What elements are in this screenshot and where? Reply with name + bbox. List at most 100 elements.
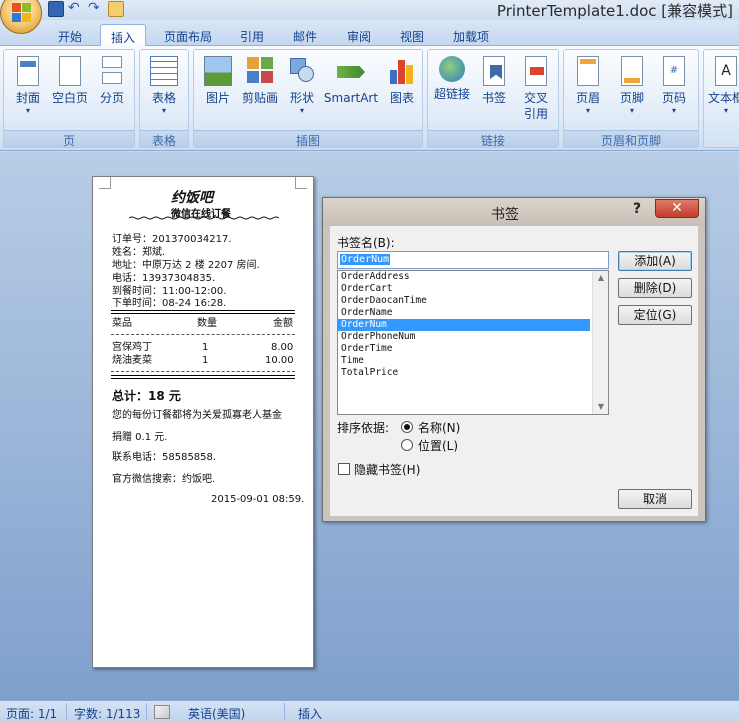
footer-icon [621,56,643,86]
table-row-amount: 8.00 [271,342,294,353]
header-footer-group-label: 页眉和页脚 [564,130,698,148]
chevron-down-icon: ▾ [671,106,676,115]
footer-button[interactable]: 页脚 ▾ [610,52,654,128]
hidden-bookmarks-checkbox[interactable] [338,463,350,475]
add-button[interactable]: 添加(A) [618,251,692,271]
cancel-button[interactable]: 取消 [618,489,692,509]
tab-review[interactable]: 审阅 [336,24,382,46]
customer-name-line: 姓名：郑斌. [112,247,166,258]
bookmark-list-item[interactable]: OrderAddress [338,271,590,283]
bookmark-button[interactable]: 书签 [472,52,516,128]
chevron-down-icon: ▾ [585,106,590,115]
hyperlink-button[interactable]: 超链接 [430,52,474,128]
header-button[interactable]: 页眉 ▾ [566,52,610,128]
total-amount: 总计：18 元 [112,389,181,403]
chart-icon [388,56,416,86]
quick-access-toolbar: ↶ ↷ [48,1,124,17]
header-footer-group: 页眉 ▾ 页脚 ▾ # 页码 ▾ 页眉和页脚 [563,49,699,148]
table-row-item: 烧油麦菜 [112,355,152,366]
tables-group: 表格 ▾ 表格 [139,49,189,148]
document-page[interactable]: 约饭吧 微信在线订餐 订单号：201370034217. 姓名：郑斌. 地址：中… [92,176,314,668]
links-group-label: 链接 [428,130,558,148]
page-number-button[interactable]: # 页码 ▾ [652,52,696,128]
language-indicator[interactable]: 英语(美国) [188,705,245,722]
open-icon[interactable] [108,1,124,17]
bookmark-list[interactable]: OrderAddress OrderCart OrderDaocanTime O… [337,270,609,415]
delete-button[interactable]: 删除(D) [618,278,692,298]
chart-button[interactable]: 图表 [380,52,424,128]
clip-art-button[interactable]: 剪贴画 [238,52,282,128]
sort-by-location-label[interactable]: 位置(L) [418,437,458,454]
ribbon: 封面 ▾ 空白页 分页 页 表格 ▾ 表格 图片 剪贴画 形状 ▾ SmartA… [0,46,739,151]
proofing-icon[interactable] [154,705,170,719]
close-button[interactable]: ✕ [655,199,699,218]
cross-reference-button[interactable]: 交叉 引用 [514,52,558,128]
sort-by-name-radio[interactable] [401,421,413,433]
tab-view[interactable]: 视图 [390,24,434,46]
insert-mode[interactable]: 插入 [298,705,322,722]
tab-insert[interactable]: 插入 [100,24,146,47]
double-rule [111,310,295,311]
smartart-button[interactable]: SmartArt [322,52,380,128]
scroll-down-icon[interactable]: ▼ [593,400,608,414]
goto-button[interactable]: 定位(G) [618,305,692,325]
tab-mailings[interactable]: 邮件 [282,24,328,46]
bookmark-list-item[interactable]: OrderName [338,307,590,319]
bookmark-list-item-selected[interactable]: OrderNum [338,319,590,331]
dialog-title-bar[interactable]: 书签 ? ✕ [323,198,705,226]
bookmark-list-item[interactable]: TotalPrice [338,367,590,379]
page-count[interactable]: 页面: 1/1 [6,705,57,722]
table-header-amount: 金额 [273,318,293,329]
bookmark-name-value: OrderNum [340,254,391,265]
order-number-line: 订单号：201370034217. [112,234,232,245]
office-logo-icon [12,3,32,23]
header-icon [577,56,599,86]
redo-icon[interactable]: ↷ [88,1,104,17]
tab-addins[interactable]: 加载项 [444,24,498,46]
help-button[interactable]: ? [633,201,641,217]
sort-by-name-label[interactable]: 名称(N) [418,419,460,436]
window-title: PrinterTemplate1.doc [兼容模式] [496,2,733,20]
page-break-button[interactable]: 分页 [90,52,134,128]
dashed-rule [111,334,295,335]
table-row-item: 宫保鸡丁 [112,342,152,353]
receipt-title: 约饭吧 [171,190,213,206]
hidden-bookmarks-label[interactable]: 隐藏书签(H) [354,461,420,478]
tab-references[interactable]: 引用 [230,24,274,46]
sort-by-location-radio[interactable] [401,439,413,451]
cross-reference-icon [525,56,547,86]
chevron-down-icon: ▾ [723,106,728,115]
bookmark-list-item[interactable]: OrderTime [338,343,590,355]
bookmark-dialog: 书签 ? ✕ 书签名(B): OrderNum OrderAddress Ord… [322,197,706,522]
dashed-rule [111,371,295,372]
scroll-up-icon[interactable]: ▲ [593,271,608,285]
ribbon-tabs: 开始 插入 页面布局 引用 邮件 审阅 视图 加载项 [0,20,739,47]
shapes-button[interactable]: 形状 ▾ [280,52,324,128]
tab-page-layout[interactable]: 页面布局 [156,24,220,46]
picture-button[interactable]: 图片 [196,52,240,128]
text-group: A 文本框 ▾ [703,49,739,148]
bookmark-list-item[interactable]: OrderDaocanTime [338,295,590,307]
clip-art-icon [246,56,274,86]
bookmark-list-item[interactable]: Time [338,355,590,367]
blank-page-button[interactable]: 空白页 [48,52,92,128]
status-separator [146,703,147,720]
table-button[interactable]: 表格 ▾ [142,52,186,128]
table-row-amount: 10.00 [265,355,294,366]
pages-group-label: 页 [4,130,134,148]
smartart-icon [337,56,365,86]
cover-page-button[interactable]: 封面 ▾ [6,52,50,128]
save-icon[interactable] [48,1,64,17]
page-corner-mark [99,177,111,189]
bookmark-list-item[interactable]: OrderPhoneNum [338,331,590,343]
contact-phone: 联系电话：58585858. [112,452,217,463]
tab-home[interactable]: 开始 [48,24,92,46]
text-box-button[interactable]: A 文本框 ▾ [704,52,739,128]
undo-icon[interactable]: ↶ [68,1,84,17]
charity-note: 您的每份订餐都将为关爱孤寡老人基金 [112,410,282,421]
picture-icon [204,56,232,86]
bookmark-name-input[interactable]: OrderNum [337,251,609,269]
word-count[interactable]: 字数: 1/113 [74,705,140,722]
bookmark-list-item[interactable]: OrderCart [338,283,590,295]
list-scrollbar[interactable]: ▲ ▼ [592,271,608,414]
